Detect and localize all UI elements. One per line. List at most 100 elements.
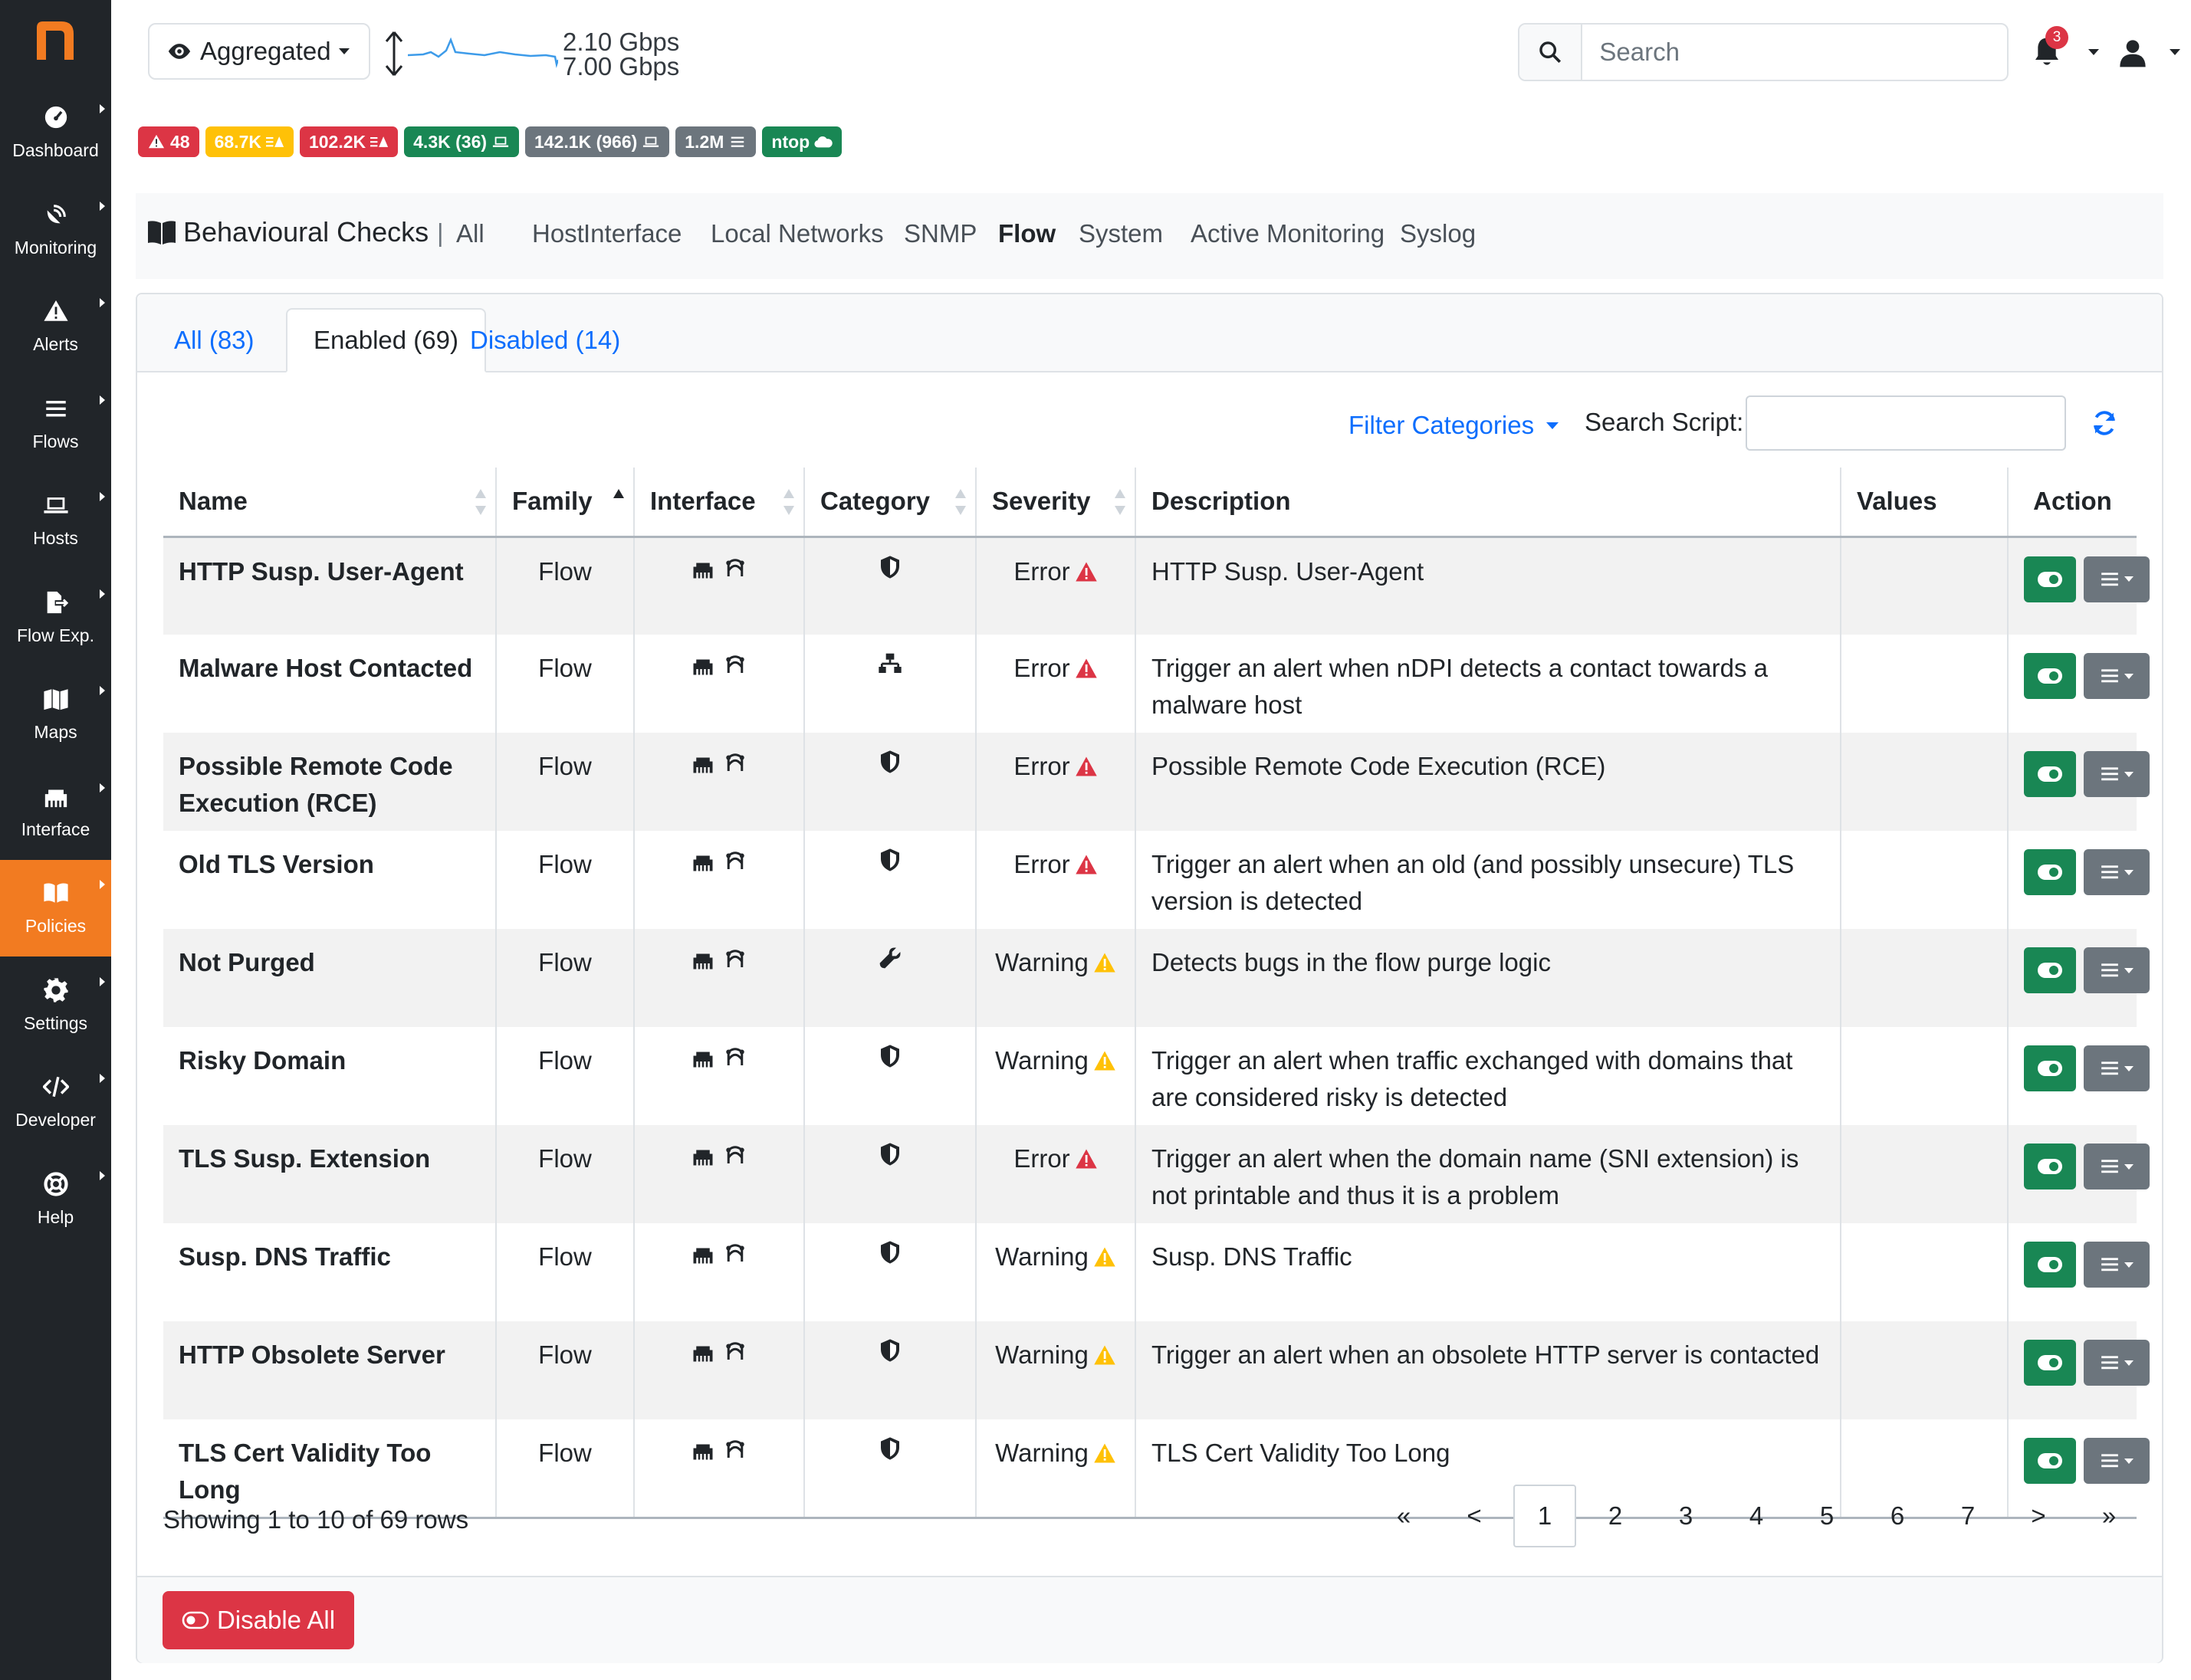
status-badge[interactable]: 48 [138,126,199,157]
sidebar-item-alerts[interactable]: Alerts [0,278,111,375]
first-page-button[interactable]: « [1368,1485,1439,1547]
toggle-check-button[interactable] [2024,751,2076,797]
nav-link-interface[interactable]: Interface [583,219,682,248]
page-1-button[interactable]: 1 [1513,1485,1576,1547]
toggle-check-button[interactable] [2024,556,2076,602]
status-badge[interactable]: 68.7K [205,126,294,157]
list-icon [2101,767,2118,781]
nav-link-flow[interactable]: Flow [998,219,1056,248]
status-badge[interactable]: 102.2K [299,126,399,157]
filter-categories-dropdown[interactable]: Filter Categories [1348,411,1559,440]
toggle-on-icon [2038,1355,2062,1370]
sidebar-item-policies[interactable]: Policies [0,860,111,956]
check-values [1841,929,2009,1027]
column-header-severity[interactable]: Severity [976,468,1136,538]
check-options-dropdown[interactable] [2084,1144,2150,1189]
toggle-check-button[interactable] [2024,1242,2076,1288]
nav-link-syslog[interactable]: Syslog [1400,219,1476,248]
page-7-button[interactable]: 7 [1933,1485,2003,1547]
map-icon [43,686,69,716]
page-3-button[interactable]: 3 [1651,1485,1721,1547]
status-badge[interactable]: 1.2M [675,126,757,157]
page-2-button[interactable]: 2 [1580,1485,1651,1547]
column-header-interface[interactable]: Interface [634,468,805,538]
route-icon [726,1048,744,1065]
chevron-down-icon [2124,1458,2134,1464]
sidebar-item-flows[interactable]: Flows [0,376,111,472]
user-icon[interactable] [2117,37,2148,69]
prev-page-button[interactable]: < [1439,1485,1509,1547]
nav-link-all[interactable]: All [456,219,485,248]
nav-link-snmp[interactable]: SNMP [904,219,977,248]
check-severity: Error [976,1125,1136,1223]
table-row: TLS Susp. Extension Flow Error Trigger an a… [163,1125,2150,1223]
sidebar-item-developer[interactable]: Developer [0,1054,111,1150]
toggle-check-button[interactable] [2024,1144,2076,1189]
last-page-button[interactable]: » [2074,1485,2144,1547]
nav-link-local-networks[interactable]: Local Networks [711,219,884,248]
sidebar-item-monitoring[interactable]: Monitoring [0,182,111,278]
check-options-dropdown[interactable] [2084,849,2150,895]
tab-all[interactable]: All (83) [148,308,281,372]
sort-icon [475,489,486,515]
sidebar-item-label: Help [37,1206,74,1227]
nav-link-active-monitoring[interactable]: Active Monitoring [1191,219,1385,248]
page-6-button[interactable]: 6 [1862,1485,1933,1547]
sidebar-item-dashboard[interactable]: Dashboard [0,84,111,181]
toggle-check-button[interactable] [2024,849,2076,895]
column-header-name[interactable]: Name [163,468,497,538]
status-badge[interactable]: 4.3K (36) [404,126,520,157]
table-row: Susp. DNS Traffic Flow Warning Susp. DNS Tr… [163,1223,2150,1321]
check-interface [634,635,805,733]
next-page-button[interactable]: > [2003,1485,2074,1547]
search-button[interactable] [1519,25,1583,80]
refresh-icon[interactable] [2091,409,2118,437]
nav-link-system[interactable]: System [1079,219,1163,248]
check-options-dropdown[interactable] [2084,947,2150,993]
toggle-check-button[interactable] [2024,1340,2076,1386]
toggle-on-icon [2038,1257,2062,1272]
check-options-dropdown[interactable] [2084,1438,2150,1484]
check-options-dropdown[interactable] [2084,556,2150,602]
check-options-dropdown[interactable] [2084,751,2150,797]
sidebar-item-hosts[interactable]: Hosts [0,472,111,569]
toggle-check-button[interactable] [2024,1045,2076,1091]
sidebar-item-help[interactable]: Help [0,1151,111,1248]
check-category [804,635,977,733]
page-title: Behavioural Checks [146,216,429,248]
notifications-chevron-icon[interactable] [2088,49,2099,55]
interface-select[interactable]: Aggregated [148,23,370,80]
column-header-family[interactable]: Family [496,468,635,538]
chevron-down-icon [2124,1262,2134,1268]
page-5-button[interactable]: 5 [1792,1485,1862,1547]
disable-all-button[interactable]: Disable All [163,1591,354,1649]
check-options-dropdown[interactable] [2084,1340,2150,1386]
pagination-info: Showing 1 to 10 of 69 rows [163,1505,469,1534]
toggle-check-button[interactable] [2024,1438,2076,1484]
page-4-button[interactable]: 4 [1721,1485,1792,1547]
check-description: Trigger an alert when the domain name (S… [1135,1125,1841,1223]
user-menu-chevron-icon[interactable] [2170,49,2180,55]
status-badge[interactable]: 142.1K (966) [525,126,670,157]
chevron-right-icon [100,589,105,599]
check-options-dropdown[interactable] [2084,1045,2150,1091]
sidebar-item-interface[interactable]: Interface [0,763,111,860]
search-input[interactable] [1582,25,2007,80]
ethernet-icon [693,563,713,578]
toggle-check-button[interactable] [2024,653,2076,699]
nav-link-host[interactable]: Host [532,219,584,248]
column-header-category[interactable]: Category [804,468,977,538]
status-badge-value: 4.3K (36) [413,131,488,152]
sidebar-item-flow-exp[interactable]: Flow Exp. [0,569,111,666]
check-options-dropdown[interactable] [2084,1242,2150,1288]
tab-disabled[interactable]: Disabled (14) [444,308,646,372]
column-header-values: Values [1841,468,2009,538]
sidebar-item-maps[interactable]: Maps [0,666,111,763]
status-badge[interactable]: ntop [762,126,843,157]
toggle-check-button[interactable] [2024,947,2076,993]
sidebar-item-settings[interactable]: Settings [0,957,111,1054]
severity-warning-icon [1089,948,1116,976]
ntopng-logo[interactable] [0,0,111,84]
check-options-dropdown[interactable] [2084,653,2150,699]
search-script-input[interactable] [1746,395,2066,451]
